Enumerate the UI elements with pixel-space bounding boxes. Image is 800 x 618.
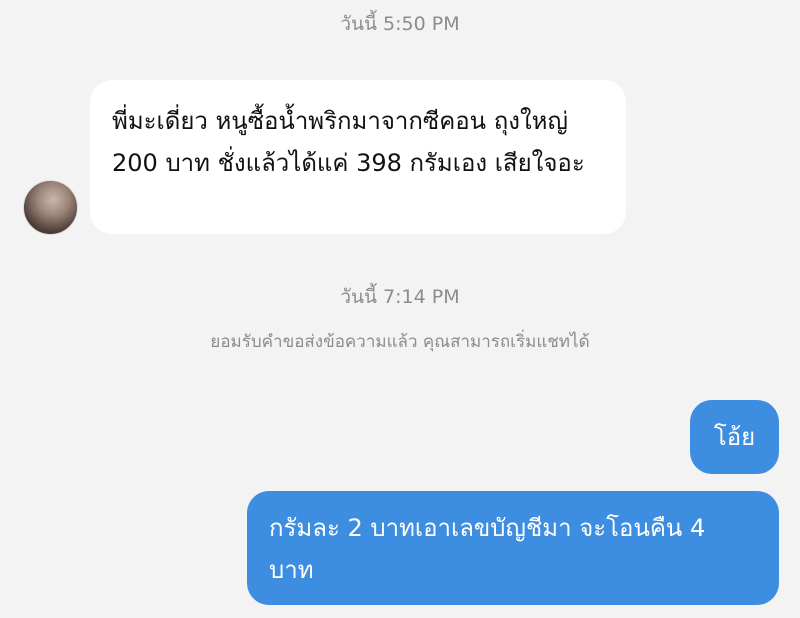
outgoing-message-bubble[interactable]: โอ้ย [690, 400, 779, 474]
incoming-message-bubble[interactable]: พี่มะเดี่ยว หนูซื้อน้ำพริกมาจากซีคอน ถุง… [90, 80, 626, 234]
timestamp-2: วันนี้ 7:14 PM [340, 286, 460, 308]
avatar[interactable] [23, 180, 78, 235]
outgoing-message-text: กรัมละ 2 บาทเอาเลขบัญชีมา จะโอนคืน 4 บาท [269, 514, 706, 584]
outgoing-message-text: โอ้ย [713, 423, 756, 451]
incoming-message-text: พี่มะเดี่ยว หนูซื้อน้ำพริกมาจากซีคอน ถุง… [112, 107, 585, 177]
system-note: ยอมรับคำขอส่งข้อความแล้ว คุณสามารถเริ่มแ… [210, 332, 590, 352]
outgoing-message-bubble[interactable]: กรัมละ 2 บาทเอาเลขบัญชีมา จะโอนคืน 4 บาท [247, 491, 779, 605]
timestamp-1: วันนี้ 5:50 PM [340, 13, 460, 35]
